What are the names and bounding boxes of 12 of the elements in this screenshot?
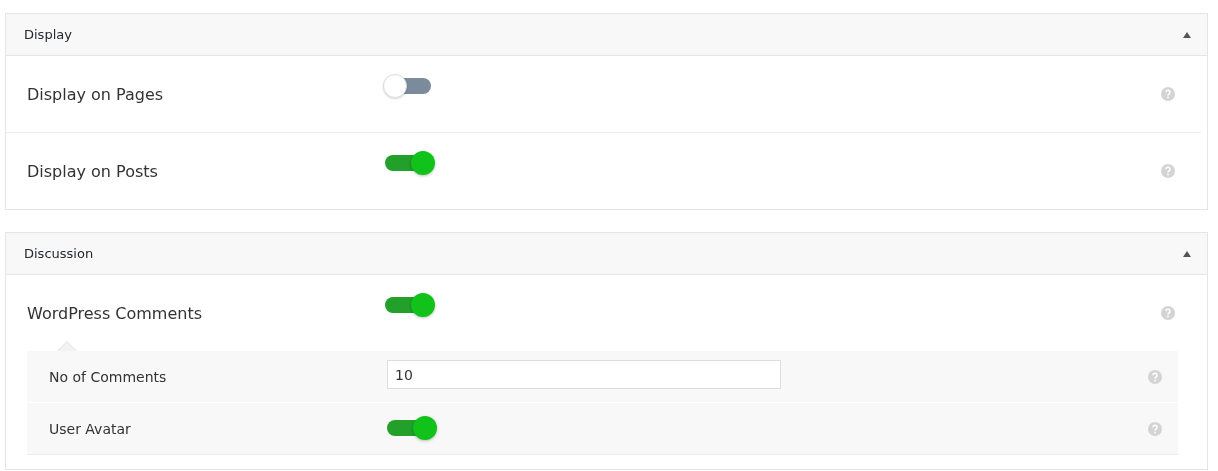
panel-header[interactable]: Discussion: [6, 233, 1207, 275]
setting-label: WordPress Comments: [27, 303, 204, 323]
setting-label: Display on Posts: [27, 161, 159, 181]
panel-title: Discussion: [24, 246, 94, 261]
setting-label: No of Comments: [49, 368, 168, 385]
collapse-caret[interactable]: [1183, 250, 1191, 257]
panel-header[interactable]: Display: [6, 14, 1207, 56]
setting-label: User Avatar: [49, 420, 132, 437]
number-field[interactable]: 10: [387, 360, 781, 389]
panel-title: Display: [24, 27, 72, 42]
setting-label: Display on Pages: [27, 84, 165, 104]
collapse-caret[interactable]: [1183, 31, 1191, 38]
